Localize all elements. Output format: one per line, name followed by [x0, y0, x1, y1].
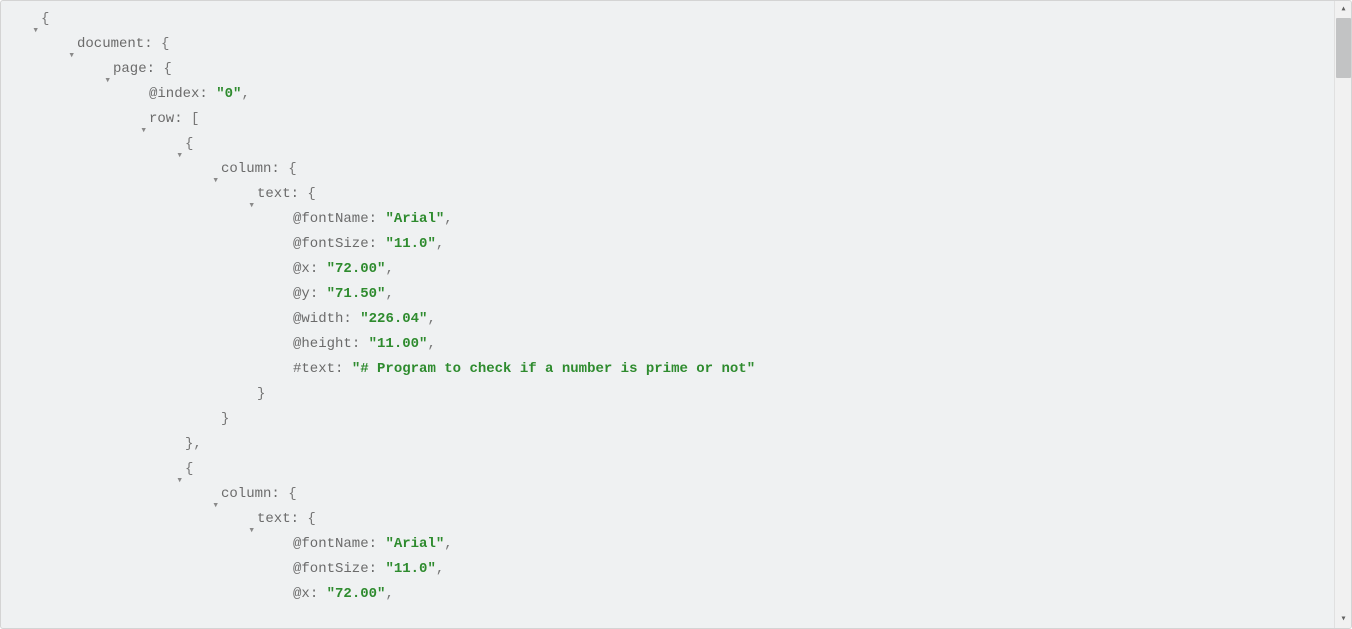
json-value[interactable]: "Arial" — [385, 536, 444, 552]
tree-line: ▾column: { — [5, 482, 1351, 507]
json-key[interactable]: @fontName — [293, 211, 369, 227]
tree-line: ▾document: { — [5, 32, 1351, 57]
toggle-icon[interactable]: ▾ — [212, 497, 219, 517]
brace-close: } — [221, 411, 229, 427]
json-tree-viewer: ▾{ ▾document: { ▾page: { @index: "0", ▾r… — [0, 0, 1352, 629]
json-value[interactable]: "226.04" — [360, 311, 427, 327]
toggle-icon[interactable]: ▾ — [32, 22, 39, 42]
json-key[interactable]: column — [221, 161, 271, 177]
tree-line: @fontName: "Arial", — [5, 207, 1351, 232]
tree-line: @fontSize: "11.0", — [5, 557, 1351, 582]
tree-line: @index: "0", — [5, 82, 1351, 107]
toggle-icon[interactable]: ▾ — [68, 47, 75, 67]
json-key[interactable]: @fontSize — [293, 561, 369, 577]
toggle-icon[interactable]: ▾ — [176, 147, 183, 167]
tree-line: ▾text: { — [5, 182, 1351, 207]
tree-line: ▾page: { — [5, 57, 1351, 82]
scroll-thumb[interactable] — [1336, 18, 1351, 78]
json-value[interactable]: "# Program to check if a number is prime… — [352, 361, 755, 377]
json-key[interactable]: column — [221, 486, 271, 502]
json-key[interactable]: row — [149, 111, 174, 127]
json-key[interactable]: @index — [149, 86, 199, 102]
toggle-icon[interactable]: ▾ — [176, 472, 183, 492]
tree-line: @fontName: "Arial", — [5, 532, 1351, 557]
json-key[interactable]: page — [113, 61, 147, 77]
json-key[interactable]: @y — [293, 286, 310, 302]
tree-line: @y: "71.50", — [5, 282, 1351, 307]
json-value[interactable]: "72.00" — [327, 261, 386, 277]
json-value[interactable]: "Arial" — [385, 211, 444, 227]
tree-line: }, — [5, 432, 1351, 457]
tree-content: ▾{ ▾document: { ▾page: { @index: "0", ▾r… — [1, 1, 1351, 613]
tree-line: @x: "72.00", — [5, 582, 1351, 607]
json-key[interactable]: @width — [293, 311, 343, 327]
tree-line: @x: "72.00", — [5, 257, 1351, 282]
json-key[interactable]: @x — [293, 261, 310, 277]
toggle-icon[interactable]: ▾ — [104, 72, 111, 92]
toggle-icon[interactable]: ▾ — [248, 197, 255, 217]
json-key[interactable]: @height — [293, 336, 352, 352]
scroll-up-icon[interactable]: ▴ — [1335, 1, 1352, 18]
brace-close: } — [257, 386, 265, 402]
json-key[interactable]: document — [77, 36, 144, 52]
tree-line: ▾text: { — [5, 507, 1351, 532]
tree-line: } — [5, 382, 1351, 407]
brace-close: }, — [185, 436, 202, 452]
toggle-icon[interactable]: ▾ — [248, 522, 255, 542]
json-key[interactable]: @fontName — [293, 536, 369, 552]
toggle-icon[interactable]: ▾ — [212, 172, 219, 192]
tree-line: ▾row: [ — [5, 107, 1351, 132]
tree-line: ▾{ — [5, 132, 1351, 157]
tree-line: } — [5, 407, 1351, 432]
tree-line: @fontSize: "11.0", — [5, 232, 1351, 257]
json-key[interactable]: #text — [293, 361, 335, 377]
scrollbar-vertical[interactable]: ▴ ▾ — [1334, 1, 1351, 628]
json-value[interactable]: "71.50" — [327, 286, 386, 302]
tree-line: @height: "11.00", — [5, 332, 1351, 357]
brace-open: { — [41, 11, 49, 27]
json-key[interactable]: text — [257, 511, 291, 527]
scroll-down-icon[interactable]: ▾ — [1335, 611, 1352, 628]
json-key[interactable]: @fontSize — [293, 236, 369, 252]
tree-line: ▾column: { — [5, 157, 1351, 182]
tree-line: @width: "226.04", — [5, 307, 1351, 332]
json-key[interactable]: @x — [293, 586, 310, 602]
json-value[interactable]: "0" — [216, 86, 241, 102]
tree-line: ▾{ — [5, 7, 1351, 32]
toggle-icon[interactable]: ▾ — [140, 122, 147, 142]
tree-line: #text: "# Program to check if a number i… — [5, 357, 1351, 382]
json-value[interactable]: "11.00" — [369, 336, 428, 352]
json-value[interactable]: "11.0" — [385, 236, 435, 252]
json-value[interactable]: "72.00" — [327, 586, 386, 602]
json-key[interactable]: text — [257, 186, 291, 202]
json-value[interactable]: "11.0" — [385, 561, 435, 577]
tree-line: ▾{ — [5, 457, 1351, 482]
